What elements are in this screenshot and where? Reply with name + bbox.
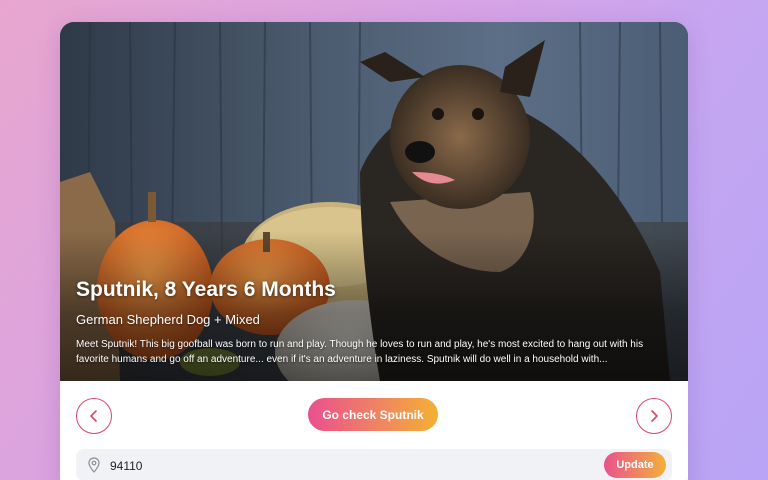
previous-pet-button[interactable] xyxy=(76,398,112,434)
map-pin-icon xyxy=(88,457,100,473)
update-location-button[interactable]: Update xyxy=(604,452,666,478)
go-check-pet-button[interactable]: Go check Sputnik xyxy=(308,398,438,431)
pet-card: Sputnik, 8 Years 6 Months German Shepher… xyxy=(60,22,688,480)
next-pet-button[interactable] xyxy=(636,398,672,434)
chevron-left-icon xyxy=(90,410,97,422)
pet-title: Sputnik, 8 Years 6 Months xyxy=(76,278,336,301)
chevron-right-icon xyxy=(651,410,658,422)
zip-code-input[interactable] xyxy=(108,454,412,478)
pet-photo: Sputnik, 8 Years 6 Months German Shepher… xyxy=(60,22,688,381)
pet-description: Meet Sputnik! This big goofball was born… xyxy=(76,339,644,365)
card-actions: Go check Sputnik xyxy=(76,398,672,436)
location-bar: Update xyxy=(76,449,672,480)
pet-info: Sputnik, 8 Years 6 Months German Shepher… xyxy=(76,278,670,367)
pet-breed: German Shepherd Dog + Mixed xyxy=(76,312,260,327)
